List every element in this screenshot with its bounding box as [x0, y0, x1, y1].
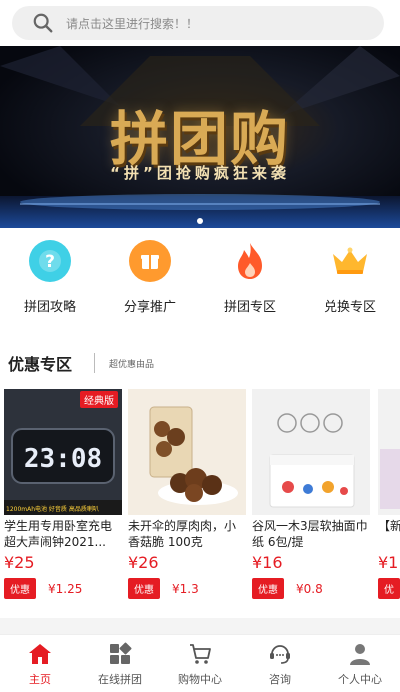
discount-tag[interactable]: 优惠	[4, 578, 36, 599]
home-icon	[29, 644, 51, 664]
discount-tag[interactable]: 优惠	[252, 578, 284, 599]
nav-online-group[interactable]: 在线拼团	[80, 635, 160, 692]
search-bar: 请点击这里进行搜索！！	[0, 0, 400, 46]
clock-display-time: 23:08	[24, 444, 102, 474]
category-label: 分享推广	[123, 300, 176, 315]
category-guide[interactable]: ? 拼团攻略	[0, 240, 100, 320]
search-input[interactable]: 请点击这里进行搜索！！	[12, 6, 384, 40]
chat-icon	[270, 645, 290, 664]
product-name: 谷风一木3层软抽面巾纸 6包/提	[252, 519, 368, 549]
nav-profile[interactable]: 个人中心	[320, 635, 400, 692]
section-title: 优惠专区	[8, 355, 73, 374]
product-card[interactable]: 【新能用 ¥1 优	[378, 389, 400, 599]
question-icon: ?	[29, 240, 71, 282]
bottom-nav: 主页 在线拼团 购物中心 咨询 个人中心	[0, 634, 400, 692]
cart-icon	[190, 644, 211, 664]
nav-shopping[interactable]: 购物中心	[160, 635, 240, 692]
nav-label: 个人中心	[338, 673, 382, 686]
fire-icon	[229, 240, 271, 282]
product-price: ¥16	[252, 553, 283, 572]
promo-banner[interactable]: 拼团购 “拼”团抢购疯狂来袭	[0, 46, 400, 228]
category-label: 兑换专区	[323, 300, 376, 315]
product-badge: 经典版	[80, 391, 118, 408]
nav-label: 购物中心	[178, 673, 222, 686]
crown-icon	[329, 240, 371, 282]
nav-spacer	[0, 618, 400, 634]
product-image-partial	[378, 389, 400, 515]
product-scroller[interactable]: 23:08 经典版 1200mAh电池 好音质 高品质喇叭 学生用专用卧室充电超…	[0, 389, 400, 609]
product-name: 学生用专用卧室充电超大声闹钟2021...	[4, 519, 113, 549]
search-icon	[33, 13, 53, 33]
nav-consult[interactable]: 咨询	[240, 635, 320, 692]
gift-icon	[129, 240, 171, 282]
product-image-mushroom	[128, 389, 246, 515]
category-menu: ? 拼团攻略 分享推广 拼团专区 兑换专区	[0, 240, 400, 320]
product-card[interactable]: 未开伞的厚肉肉，小香菇脆 100克 ¥26 优惠 ¥1.3	[128, 389, 246, 599]
category-group-zone[interactable]: 拼团专区	[200, 240, 300, 320]
product-image-clock: 23:08 经典版 1200mAh电池 好音质 高品质喇叭	[4, 389, 122, 515]
search-placeholder: 请点击这里进行搜索！！	[66, 16, 199, 31]
promo-price: ¥0.8	[296, 581, 323, 596]
carousel-dots	[0, 218, 400, 224]
discount-tag[interactable]: 优惠	[128, 578, 160, 599]
product-price: ¥25	[4, 553, 35, 572]
nav-label: 咨询	[269, 673, 291, 686]
product-price: ¥26	[128, 553, 159, 572]
category-share[interactable]: 分享推广	[100, 240, 200, 320]
section-divider	[94, 353, 96, 373]
product-feature-strip: 1200mAh电池 好音质 高品质喇叭	[6, 506, 99, 513]
product-price: ¥1	[378, 553, 399, 572]
section-subtitle: 超优惠由品	[109, 359, 155, 370]
nav-label: 主页	[29, 673, 51, 686]
category-label: 拼团专区	[223, 300, 276, 315]
product-card[interactable]: 谷风一木3层软抽面巾纸 6包/提 ¥16 优惠 ¥0.8	[252, 389, 370, 599]
product-name: 未开伞的厚肉肉，小香菇脆 100克	[128, 519, 237, 549]
carousel-dot[interactable]	[197, 218, 203, 224]
product-image-tissue	[252, 389, 370, 515]
category-label: 拼团攻略	[23, 300, 76, 315]
promo-price: ¥1.3	[172, 581, 199, 596]
product-card[interactable]: 23:08 经典版 1200mAh电池 好音质 高品质喇叭 学生用专用卧室充电超…	[4, 389, 122, 599]
product-name: 【新能用	[378, 519, 400, 533]
nav-label: 在线拼团	[98, 673, 142, 686]
promo-price: ¥1.25	[48, 581, 83, 596]
discount-tag[interactable]: 优	[378, 578, 400, 599]
grid-icon	[110, 642, 132, 664]
category-exchange[interactable]: 兑换专区	[300, 240, 400, 320]
user-icon	[350, 644, 370, 665]
section-header: 优惠专区 超优惠由品	[0, 348, 400, 378]
svg-text:?: ?	[45, 252, 55, 272]
banner-subtitle: “拼”团抢购疯狂来袭	[110, 164, 290, 182]
nav-home[interactable]: 主页	[0, 635, 80, 692]
